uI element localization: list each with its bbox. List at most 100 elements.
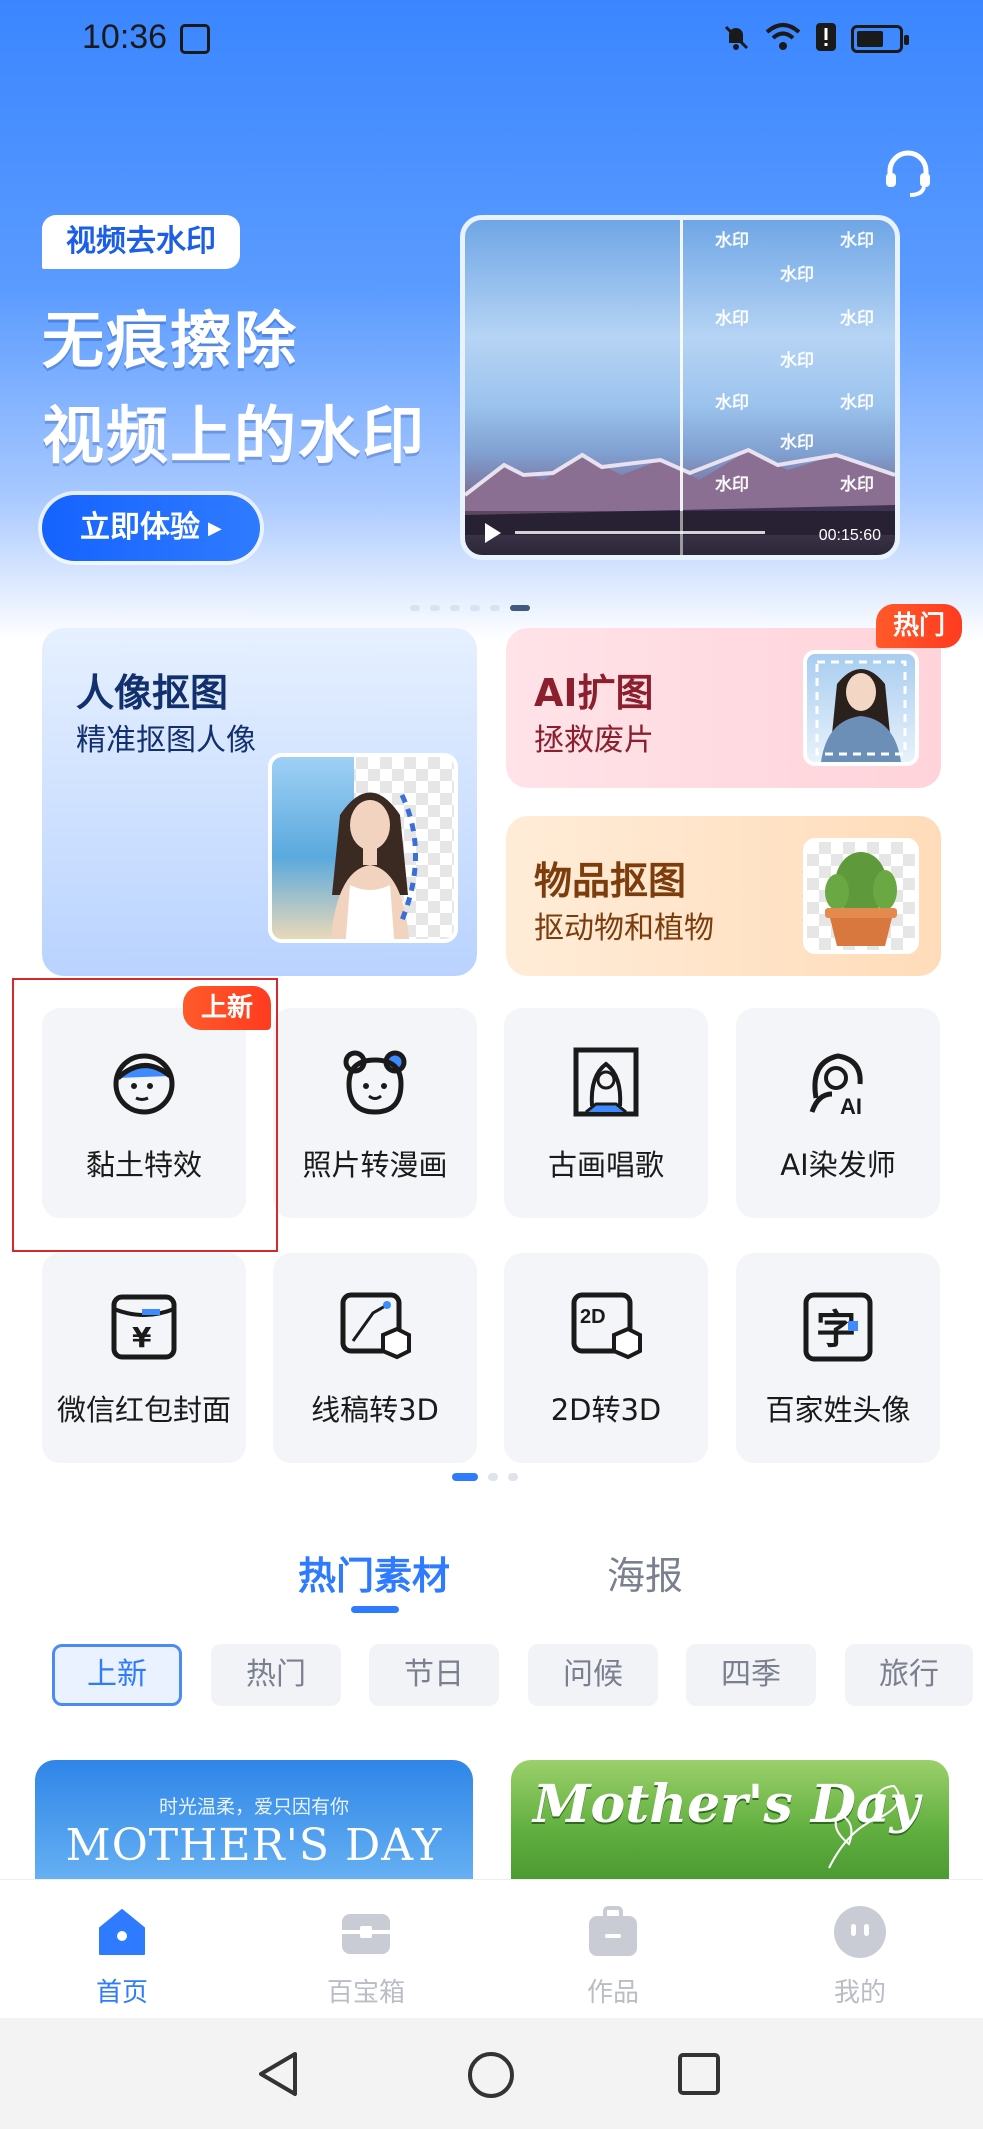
poster-title: MOTHER'S DAY xyxy=(65,1820,443,1871)
object-cutout-card[interactable]: 物品抠图 抠动物和植物 xyxy=(506,816,941,976)
pagination-dot xyxy=(470,605,480,611)
chip-festival[interactable]: 节日 xyxy=(369,1644,499,1706)
tool-ai-hair-dye[interactable]: AI AI染发师 xyxy=(736,1008,940,1218)
portrait-cutout-card[interactable]: 人像抠图 精准抠图人像 xyxy=(42,628,477,976)
poster-card[interactable]: Mother's Day xyxy=(511,1760,949,1880)
video-controls: 00:15:60 xyxy=(465,511,895,555)
card-subtitle: 精准抠图人像 xyxy=(76,723,256,758)
hero-title-line1: 无痕擦除 xyxy=(42,304,299,377)
tool-label: 2D转3D xyxy=(550,1393,662,1427)
tool-2d-to-3d[interactable]: 2D 2D转3D xyxy=(504,1253,708,1463)
tool-sketch-to-3d[interactable]: 线稿转3D xyxy=(273,1253,477,1463)
back-icon[interactable] xyxy=(255,2050,301,2098)
video-time: 00:15:60 xyxy=(818,527,881,544)
tool-wechat-red-packet[interactable]: ¥ 微信红包封面 xyxy=(42,1253,246,1463)
watermark-text: 水印 xyxy=(840,475,874,495)
nav-profile[interactable]: 我的 xyxy=(800,1904,920,2009)
chip-greeting[interactable]: 问候 xyxy=(528,1644,658,1706)
pagination-dot xyxy=(508,1473,518,1481)
status-time: 10:36 xyxy=(82,18,168,56)
watermark-text: 水印 xyxy=(840,393,874,413)
bear-icon xyxy=(343,1050,407,1115)
status-icons xyxy=(721,22,909,56)
svg-text:AI: AI xyxy=(840,1094,862,1118)
red-packet-icon: ¥ xyxy=(111,1294,177,1360)
gallery-notification-icon xyxy=(180,24,210,54)
wifi-icon xyxy=(765,22,801,56)
nav-label: 作品 xyxy=(586,1978,639,2008)
svg-text:2D: 2D xyxy=(580,1306,606,1328)
sketch-3d-icon xyxy=(340,1292,411,1360)
tool-label: 古画唱歌 xyxy=(547,1148,664,1182)
2d-3d-icon: 2D xyxy=(571,1292,642,1360)
ai-hair-icon: AI xyxy=(809,1053,863,1118)
chip-new[interactable]: 上新 xyxy=(52,1644,182,1706)
bell-muted-icon xyxy=(721,22,751,56)
chip-seasons[interactable]: 四季 xyxy=(686,1644,816,1706)
home-circle-icon[interactable] xyxy=(466,2050,516,2100)
compare-divider[interactable] xyxy=(680,220,683,555)
tab-indicator xyxy=(351,1606,399,1613)
watermark-text: 水印 xyxy=(840,231,874,251)
chip-travel[interactable]: 旅行 xyxy=(845,1644,973,1706)
card-subtitle: 拯救废片 xyxy=(534,723,654,758)
nav-home[interactable]: 首页 xyxy=(62,1904,182,2009)
tool-label: AI染发师 xyxy=(780,1148,896,1182)
banner-pagination xyxy=(410,605,530,611)
card-title: 物品抠图 xyxy=(534,859,687,903)
pagination-dot-active xyxy=(510,605,530,611)
woman-denim-image xyxy=(815,660,907,762)
poster-card[interactable]: 时光温柔，爱只因有你 MOTHER'S DAY xyxy=(35,1760,473,1880)
tool-photo-to-comic[interactable]: 照片转漫画 xyxy=(273,1008,477,1218)
bottom-nav: 首页 百宝箱 作品 我的 xyxy=(0,1880,983,2018)
recents-square-icon[interactable] xyxy=(676,2051,722,2097)
watermark-text: 水印 xyxy=(840,309,874,329)
system-navigation-bar xyxy=(0,2018,983,2129)
home-icon xyxy=(99,1909,145,1955)
tab-hot-materials[interactable]: 热门素材 xyxy=(298,1545,450,1600)
tool-label: 照片转漫画 xyxy=(302,1148,448,1182)
tab-posters[interactable]: 海报 xyxy=(607,1545,683,1600)
pagination-dot xyxy=(490,605,500,611)
hero-banner[interactable]: 10:36 视频去水印 无痕擦除 视频上的水印 立即体验 ▶ 水印 水印 水印 … xyxy=(0,0,983,640)
watermark-text: 水印 xyxy=(780,351,814,371)
battery-icon xyxy=(851,25,909,53)
watermark-text: 水印 xyxy=(715,475,749,495)
video-progress-track[interactable] xyxy=(515,531,765,534)
play-icon[interactable] xyxy=(485,523,501,543)
nav-toolbox[interactable]: 百宝箱 xyxy=(306,1904,426,2009)
chip-hot[interactable]: 热门 xyxy=(211,1644,341,1706)
nav-works[interactable]: 作品 xyxy=(553,1904,673,2009)
new-badge: 上新 xyxy=(183,986,271,1030)
card-subtitle: 抠动物和植物 xyxy=(534,911,714,946)
briefcase-icon xyxy=(589,1906,637,1956)
watermark-text: 水印 xyxy=(780,265,814,285)
svg-text:¥: ¥ xyxy=(132,1321,152,1354)
expand-thumbnail xyxy=(803,650,919,766)
ai-expand-card[interactable]: AI扩图 拯救废片 xyxy=(506,628,941,788)
try-now-label: 立即体验 xyxy=(80,510,200,545)
hot-badge: 热门 xyxy=(876,604,962,648)
cactus-image xyxy=(825,852,897,946)
pagination-dot-active xyxy=(452,1473,478,1481)
status-bar: 10:36 xyxy=(0,0,983,80)
try-now-button[interactable]: 立即体验 ▶ xyxy=(42,495,260,561)
watermark-text: 水印 xyxy=(780,433,814,453)
tool-label: 百家姓头像 xyxy=(765,1393,911,1427)
pagination-dot xyxy=(410,605,420,611)
flower-illustration xyxy=(828,1784,900,1869)
chevron-right-icon: ▶ xyxy=(208,517,222,539)
customer-service-icon[interactable] xyxy=(880,145,936,201)
video-preview[interactable]: 水印 水印 水印 水印 水印 水印 水印 水印 水印 水印 水印 00:15:6… xyxy=(460,215,900,560)
tool-label: 线稿转3D xyxy=(311,1393,439,1427)
profile-face-icon xyxy=(834,1906,886,1958)
hero-tag: 视频去水印 xyxy=(42,215,240,269)
tool-surname-avatar[interactable]: 字 百家姓头像 xyxy=(736,1253,940,1463)
portrait-thumbnail xyxy=(268,753,458,943)
tool-ancient-painting-sing[interactable]: 古画唱歌 xyxy=(504,1008,708,1218)
surname-icon: 字 xyxy=(803,1292,873,1362)
nav-label: 百宝箱 xyxy=(326,1978,405,2008)
object-thumbnail xyxy=(803,838,919,954)
watermark-text: 水印 xyxy=(715,309,749,329)
pagination-dot xyxy=(430,605,440,611)
